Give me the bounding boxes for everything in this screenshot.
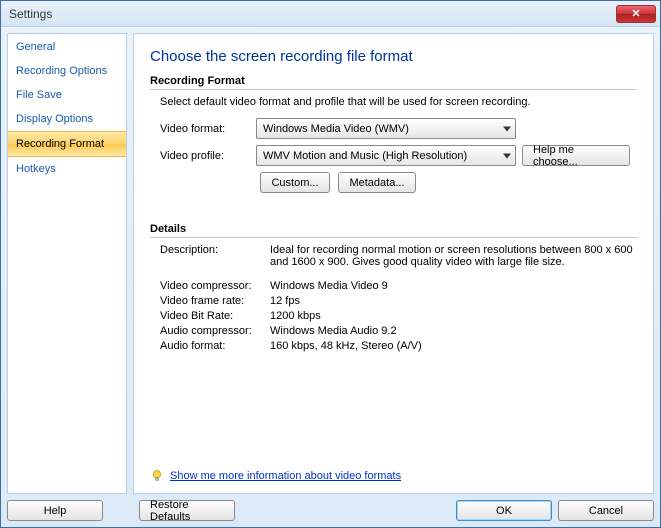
- row-video-profile: Video profile: WMV Motion and Music (Hig…: [160, 145, 637, 166]
- settings-window: Settings ✕ General Recording Options Fil…: [0, 0, 661, 528]
- window-title: Settings: [9, 7, 616, 21]
- detail-row: Video Bit Rate: 1200 kbps: [160, 310, 637, 322]
- detail-key: Video frame rate:: [160, 295, 270, 307]
- sidebar-item-display-options[interactable]: Display Options: [8, 107, 126, 131]
- help-me-choose-button[interactable]: Help me choose...: [522, 145, 630, 166]
- custom-button[interactable]: Custom...: [260, 172, 330, 193]
- detail-value: Windows Media Video 9: [270, 280, 637, 292]
- sidebar-item-file-save[interactable]: File Save: [8, 83, 126, 107]
- titlebar: Settings ✕: [1, 1, 660, 27]
- group-details-heading: Details: [150, 223, 637, 238]
- detail-row: Audio compressor: Windows Media Audio 9.…: [160, 325, 637, 337]
- dialog-button-row: Help Restore Defaults OK Cancel: [7, 500, 654, 521]
- close-icon: ✕: [631, 7, 640, 20]
- info-link-row: Show me more information about video for…: [150, 469, 401, 483]
- detail-row: Audio format: 160 kbps, 48 kHz, Stereo (…: [160, 340, 637, 352]
- metadata-button[interactable]: Metadata...: [338, 172, 416, 193]
- detail-key: Video compressor:: [160, 280, 270, 292]
- detail-key: Video Bit Rate:: [160, 310, 270, 322]
- detail-key: Audio format:: [160, 340, 270, 352]
- cancel-button[interactable]: Cancel: [558, 500, 654, 521]
- video-profile-label: Video profile:: [160, 150, 250, 162]
- detail-value: 160 kbps, 48 kHz, Stereo (A/V): [270, 340, 637, 352]
- sidebar: General Recording Options File Save Disp…: [7, 33, 127, 494]
- detail-value: Ideal for recording normal motion or scr…: [270, 244, 637, 268]
- more-info-link[interactable]: Show me more information about video for…: [170, 470, 401, 482]
- detail-value: 1200 kbps: [270, 310, 637, 322]
- restore-defaults-button[interactable]: Restore Defaults: [139, 500, 235, 521]
- row-video-format: Video format: Windows Media Video (WMV): [160, 118, 637, 139]
- sidebar-item-general[interactable]: General: [8, 35, 126, 59]
- detail-value: 12 fps: [270, 295, 637, 307]
- chevron-down-icon: [503, 153, 511, 158]
- video-format-label: Video format:: [160, 123, 250, 135]
- close-button[interactable]: ✕: [616, 5, 656, 23]
- chevron-down-icon: [503, 126, 511, 131]
- details-block: Details Description: Ideal for recording…: [150, 223, 637, 352]
- detail-row: Video compressor: Windows Media Video 9: [160, 280, 637, 292]
- page-title: Choose the screen recording file format: [150, 48, 637, 65]
- lightbulb-icon: [150, 469, 164, 483]
- profile-buttons-row: Custom... Metadata...: [260, 172, 637, 193]
- sidebar-item-hotkeys[interactable]: Hotkeys: [8, 157, 126, 181]
- detail-row: Description: Ideal for recording normal …: [160, 244, 637, 268]
- sidebar-item-recording-options[interactable]: Recording Options: [8, 59, 126, 83]
- group-recording-format-heading: Recording Format: [150, 75, 637, 90]
- detail-row: Video frame rate: 12 fps: [160, 295, 637, 307]
- main-row: General Recording Options File Save Disp…: [7, 33, 654, 494]
- video-format-combo[interactable]: Windows Media Video (WMV): [256, 118, 516, 139]
- video-format-value: Windows Media Video (WMV): [263, 123, 409, 135]
- detail-key: Audio compressor:: [160, 325, 270, 337]
- video-profile-combo[interactable]: WMV Motion and Music (High Resolution): [256, 145, 516, 166]
- sidebar-item-recording-format[interactable]: Recording Format: [8, 131, 126, 157]
- video-profile-value: WMV Motion and Music (High Resolution): [263, 150, 467, 162]
- client-area: General Recording Options File Save Disp…: [1, 27, 660, 527]
- content-panel: Choose the screen recording file format …: [133, 33, 654, 494]
- detail-value: Windows Media Audio 9.2: [270, 325, 637, 337]
- format-description: Select default video format and profile …: [160, 96, 637, 108]
- ok-button[interactable]: OK: [456, 500, 552, 521]
- help-button[interactable]: Help: [7, 500, 103, 521]
- detail-key: Description:: [160, 244, 270, 268]
